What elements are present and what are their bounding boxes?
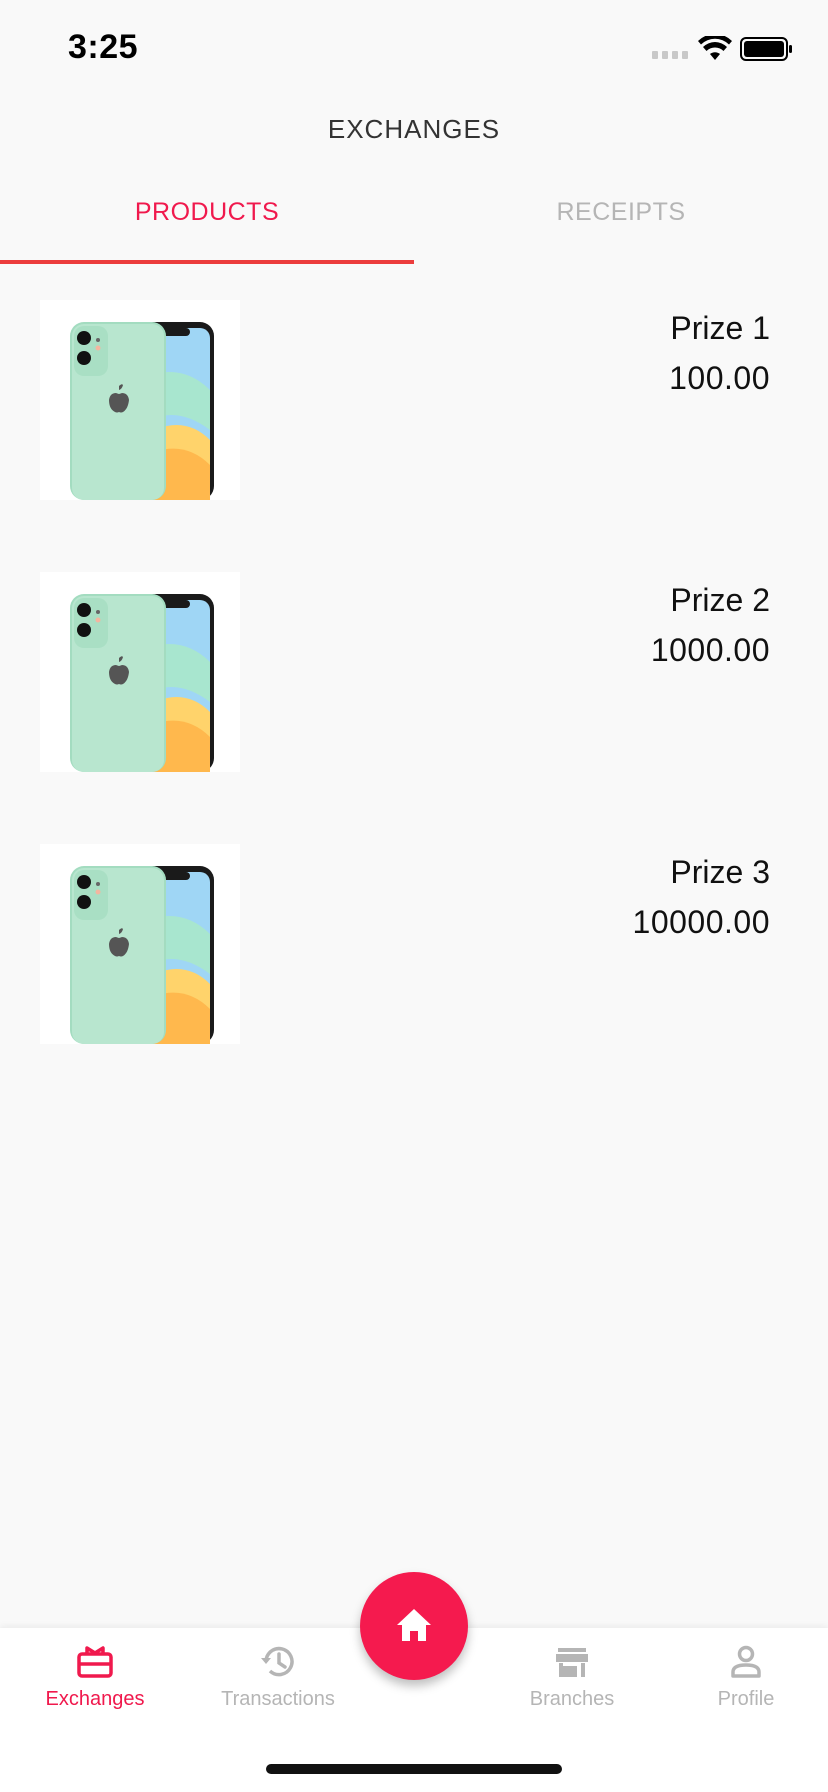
person-icon [731,1645,761,1678]
phone-image-icon [40,300,240,500]
tab-indicator [0,260,414,264]
product-name: Prize 2 [670,582,770,618]
page-title: EXCHANGES [327,114,501,144]
product-price: 10000.00 [632,904,770,940]
product-price: 1000.00 [650,632,770,668]
nav-label-branches: Branches [529,1688,615,1710]
home-icon [397,1609,431,1641]
store-icon [556,1648,588,1677]
home-indicator[interactable] [266,1764,562,1774]
gift-icon [77,1646,113,1678]
status-bar: 3:25 [0,0,828,100]
nav-item-profile[interactable]: Profile [676,1642,816,1711]
tab-products[interactable]: PRODUCTS [0,180,414,264]
nav-label-profile: Profile [717,1688,775,1710]
nav-item-transactions[interactable]: Transactions [208,1642,348,1711]
cellular-signal-icon [652,51,688,59]
home-button[interactable] [360,1572,468,1680]
phone-image-icon [40,844,240,1044]
history-icon [261,1646,294,1677]
product-name: Prize 3 [670,854,770,890]
product-image [40,300,240,500]
product-price: 100.00 [669,360,770,396]
list-item[interactable]: Prize 1 100.00 [0,300,828,500]
nav-label-exchanges: Exchanges [45,1688,145,1710]
product-image [40,844,240,1044]
tab-receipts[interactable]: RECEIPTS [414,180,828,264]
battery-icon [740,37,792,61]
nav-item-branches[interactable]: Branches [502,1642,642,1711]
list-item[interactable]: Prize 3 10000.00 [0,844,828,1044]
list-item[interactable]: Prize 2 1000.00 [0,572,828,772]
product-image [40,572,240,772]
status-time: 3:25 [68,28,139,66]
wifi-icon [698,36,732,60]
product-name: Prize 1 [670,310,770,346]
tab-bar: PRODUCTS RECEIPTS [0,180,828,264]
phone-image-icon [40,572,240,772]
nav-label-transactions: Transactions [221,1688,335,1710]
nav-item-exchanges[interactable]: Exchanges [25,1642,165,1711]
